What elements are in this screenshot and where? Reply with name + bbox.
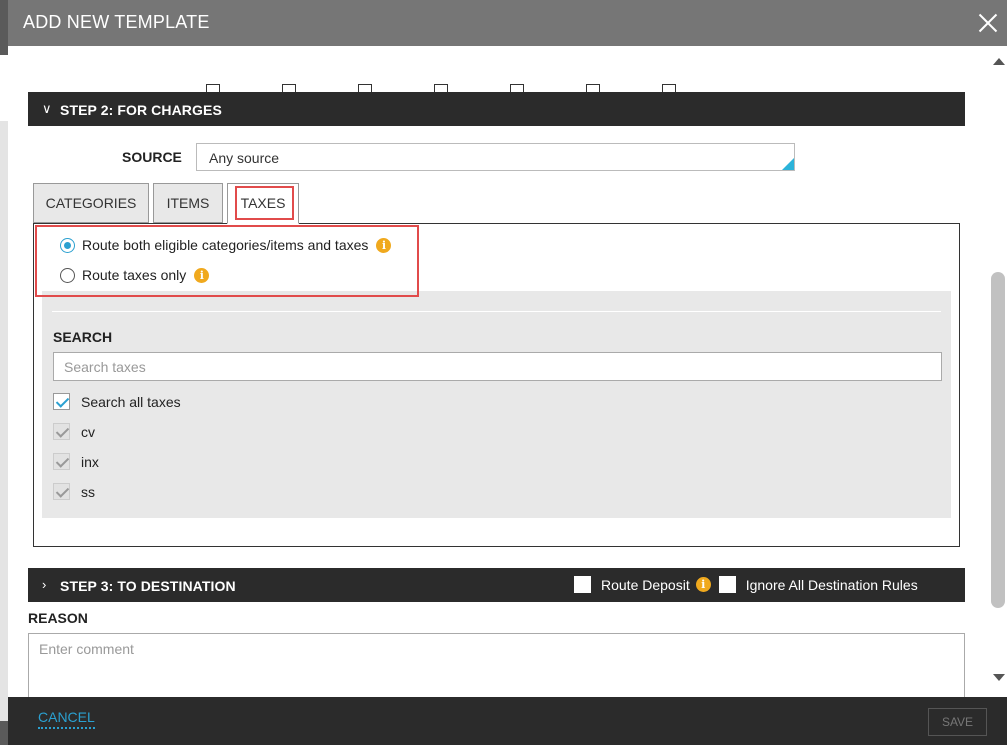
source-select[interactable]: Any source (196, 143, 795, 171)
scrollbar[interactable] (989, 46, 1007, 697)
tax-checkbox[interactable] (53, 423, 70, 440)
route-deposit-label: Route Deposit (601, 576, 690, 593)
ignore-rules-checkbox[interactable] (718, 576, 736, 593)
modal-title: ADD NEW TEMPLATE (23, 12, 210, 32)
tab-categories[interactable]: CATEGORIES (33, 183, 149, 223)
modal-content: ∨ STEP 2: FOR CHARGES SOURCE Any source … (8, 46, 989, 697)
route-options-highlight (35, 225, 419, 297)
list-item[interactable]: inx (53, 453, 99, 470)
source-label: SOURCE (122, 149, 182, 165)
step2-title: STEP 2: FOR CHARGES (60, 102, 222, 118)
step3-title: STEP 3: TO DESTINATION (60, 578, 236, 594)
list-item[interactable]: ss (53, 483, 95, 500)
tab-items[interactable]: ITEMS (153, 183, 223, 223)
ignore-rules-label: Ignore All Destination Rules (745, 576, 918, 593)
step3-header[interactable]: › STEP 3: TO DESTINATION Route Deposit i… (28, 568, 965, 602)
chevron-right-icon: › (42, 577, 47, 592)
scroll-down-arrow-icon[interactable] (993, 674, 1005, 681)
search-taxes-input[interactable] (53, 352, 942, 381)
divider (52, 311, 941, 312)
backdrop-panel (0, 55, 8, 121)
info-icon[interactable]: i (376, 237, 392, 253)
route-taxes-only-radio[interactable] (60, 267, 75, 283)
search-all-taxes-option[interactable]: Search all taxes (53, 393, 181, 410)
dropdown-corner-icon (782, 158, 794, 170)
route-both-option[interactable]: Route both eligible categories/items and… (60, 237, 392, 253)
tax-label: cv (81, 423, 95, 440)
tax-label: ss (81, 483, 95, 500)
modal-header: ADD NEW TEMPLATE (8, 0, 1007, 46)
step3-controls: Route Deposit i Ignore All Destination R… (574, 576, 918, 593)
reason-label: REASON (28, 610, 88, 626)
modal-footer: CANCEL SAVE (8, 697, 1007, 745)
tax-search-area: SEARCH Search all taxes cv inx ss (42, 291, 951, 518)
tab-taxes[interactable]: TAXES (227, 183, 299, 224)
list-item[interactable]: cv (53, 423, 95, 440)
search-title: SEARCH (53, 329, 113, 345)
search-all-label: Search all taxes (81, 393, 181, 410)
tax-checkbox[interactable] (53, 453, 70, 470)
save-button[interactable]: SAVE (928, 708, 987, 736)
route-taxes-only-option[interactable]: Route taxes only i (60, 267, 210, 283)
source-value: Any source (209, 150, 280, 166)
scrollbar-thumb[interactable] (991, 272, 1005, 608)
taxes-tab-panel: Route both eligible categories/items and… (33, 223, 960, 547)
tax-checkbox[interactable] (53, 483, 70, 500)
route-both-radio[interactable] (60, 237, 75, 253)
info-icon[interactable]: i (695, 577, 711, 592)
tax-label: inx (81, 453, 99, 470)
route-deposit-checkbox[interactable] (574, 576, 591, 593)
search-all-checkbox[interactable] (53, 393, 70, 410)
scroll-up-arrow-icon[interactable] (993, 58, 1005, 65)
reason-comment-field[interactable] (28, 633, 965, 697)
page-backdrop (0, 0, 8, 745)
backdrop-panel (0, 121, 8, 721)
cancel-button[interactable]: CANCEL (38, 709, 95, 729)
chevron-down-icon: ∨ (42, 101, 52, 116)
route-both-label: Route both eligible categories/items and… (82, 237, 369, 253)
close-icon[interactable] (975, 10, 1001, 36)
add-template-modal: ADD NEW TEMPLATE ∨ STEP 2: FOR CHARGES S… (8, 0, 1007, 745)
step2-header[interactable]: ∨ STEP 2: FOR CHARGES (28, 92, 965, 126)
route-taxes-only-label: Route taxes only (82, 267, 187, 283)
tab-highlight (235, 186, 294, 220)
info-icon[interactable]: i (194, 267, 210, 283)
